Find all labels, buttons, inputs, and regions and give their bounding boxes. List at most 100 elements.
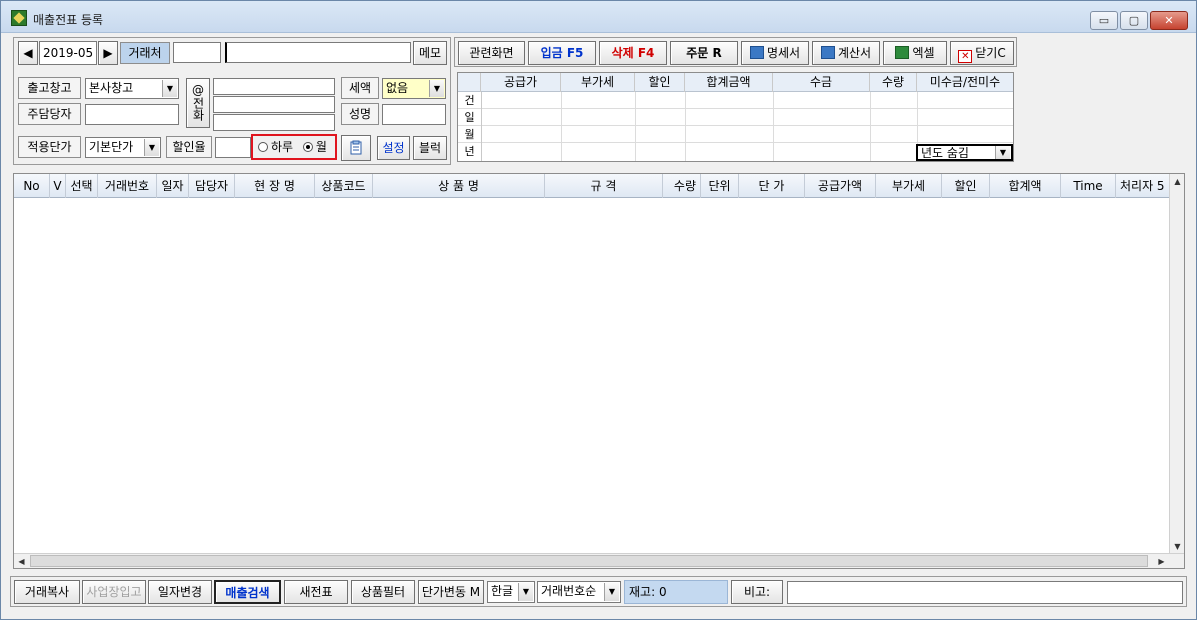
col-no[interactable]: No <box>14 174 50 198</box>
invoice-button[interactable]: 계산서 <box>812 41 880 65</box>
note-input[interactable] <box>787 581 1183 604</box>
scroll-left-icon[interactable]: ◀ <box>14 554 29 569</box>
radio-month-icon <box>302 142 313 152</box>
customer-name-input[interactable] <box>225 42 411 63</box>
period-field[interactable]: 2019-05 <box>39 41 97 65</box>
col-v[interactable]: V <box>50 174 66 198</box>
next-arrow-icon: ▶ <box>103 46 113 60</box>
chevron-down-icon: ▼ <box>144 139 159 156</box>
scroll-right-icon[interactable]: ▶ <box>1154 554 1169 569</box>
excel-label: 엑셀 <box>912 46 935 60</box>
sort-value: 거래번호순 <box>541 584 597 598</box>
maximize-button[interactable]: ▢ <box>1120 11 1148 30</box>
summary-col-collect: 수금 <box>773 73 870 92</box>
vertical-scrollbar[interactable]: ▲ ▼ <box>1169 174 1184 554</box>
manager-label: 주담당자 <box>18 103 81 125</box>
sales-search-button[interactable]: 매출검색 <box>214 580 281 604</box>
col-time[interactable]: Time <box>1061 174 1116 198</box>
col-product-code[interactable]: 상품코드 <box>315 174 373 198</box>
year-visibility-select[interactable]: 년도 숨김 ▼ <box>916 144 1013 161</box>
minimize-button[interactable]: ▭ <box>1090 11 1118 30</box>
excel-icon <box>895 46 910 59</box>
manager-input[interactable] <box>85 104 179 125</box>
next-month-button[interactable]: ▶ <box>98 41 118 65</box>
phone-input-1[interactable] <box>213 78 335 95</box>
summary-divider <box>635 92 636 161</box>
sales-grid[interactable]: No V 선택 거래번호 일자 담당자 현 장 명 상품코드 상 품 명 규 격… <box>13 173 1185 569</box>
horizontal-scrollbar[interactable]: ◀ ▶ <box>14 553 1184 568</box>
close-window-button[interactable]: ✕ <box>1150 11 1188 30</box>
summary-corner <box>458 73 481 92</box>
date-change-button[interactable]: 일자변경 <box>148 580 212 604</box>
chevron-down-icon: ▼ <box>995 146 1010 159</box>
range-radio-group: 하루 월 <box>251 134 337 160</box>
main-window: 매출전표 등록 ▭ ▢ ✕ ◀ 2019-05 ▶ 거래처 메모 출고창고 본사… <box>0 0 1197 620</box>
prev-arrow-icon: ◀ <box>23 46 33 60</box>
related-screen-button[interactable]: 관련화면 <box>458 41 525 65</box>
branch-receive-button[interactable]: 사업장입고 <box>82 580 146 604</box>
col-total[interactable]: 합계액 <box>990 174 1061 198</box>
col-spec[interactable]: 규 격 <box>545 174 663 198</box>
warehouse-select[interactable]: 본사창고 ▼ <box>85 78 179 99</box>
customer-code-input[interactable] <box>173 42 221 63</box>
phone-input-3[interactable] <box>213 114 335 131</box>
radio-day-label: 하루 <box>271 140 294 154</box>
col-select[interactable]: 선택 <box>66 174 98 198</box>
at-icon: @ <box>192 83 204 97</box>
col-date[interactable]: 일자 <box>157 174 189 198</box>
scroll-up-icon[interactable]: ▲ <box>1170 174 1185 189</box>
col-qty[interactable]: 수량 <box>663 174 701 198</box>
radio-day-icon <box>258 142 268 152</box>
price-type-select[interactable]: 기본단가 ▼ <box>85 137 161 158</box>
tax-label: 세액 <box>341 77 379 99</box>
price-type-label: 적용단가 <box>18 136 81 158</box>
col-manager[interactable]: 담당자 <box>189 174 235 198</box>
col-discount[interactable]: 할인 <box>942 174 990 198</box>
statement-button[interactable]: 명세서 <box>741 41 809 65</box>
col-product-name[interactable]: 상 품 명 <box>373 174 545 198</box>
prev-month-button[interactable]: ◀ <box>18 41 38 65</box>
grid-header: No V 선택 거래번호 일자 담당자 현 장 명 상품코드 상 품 명 규 격… <box>14 174 1171 198</box>
phone-label: 전화 <box>191 97 205 121</box>
summary-row-label: 년 <box>464 145 475 158</box>
new-slip-button[interactable]: 새전표 <box>284 580 348 604</box>
col-unit[interactable]: 단위 <box>701 174 739 198</box>
price-change-button[interactable]: 단가변동 M <box>418 580 484 604</box>
year-visibility-value: 년도 숨김 <box>921 146 969 160</box>
deposit-button[interactable]: 입금 F5 <box>528 41 596 65</box>
scroll-down-icon[interactable]: ▼ <box>1170 539 1185 554</box>
col-unit-price[interactable]: 단 가 <box>739 174 805 198</box>
phone-button[interactable]: @ 전화 <box>186 78 210 128</box>
col-handler[interactable]: 처리자 5 <box>1116 174 1171 198</box>
discount-rate-input[interactable] <box>215 137 251 158</box>
chevron-down-icon: ▼ <box>604 583 619 601</box>
summary-col-supply: 공급가 <box>481 73 561 92</box>
sort-select[interactable]: 거래번호순 ▼ <box>537 581 621 603</box>
col-site-name[interactable]: 현 장 명 <box>235 174 315 198</box>
delete-button[interactable]: 삭제 F4 <box>599 41 667 65</box>
summary-divider <box>870 92 871 161</box>
excel-button[interactable]: 엑셀 <box>883 41 947 65</box>
horizontal-scroll-thumb[interactable] <box>30 555 1148 567</box>
close-icon: ✕ <box>1164 14 1174 27</box>
close-button[interactable]: ✕ 닫기C <box>950 41 1014 65</box>
col-vat[interactable]: 부가세 <box>876 174 942 198</box>
col-supply-amount[interactable]: 공급가액 <box>805 174 876 198</box>
radio-month[interactable]: 월 <box>302 140 327 154</box>
order-button[interactable]: 주문 R <box>670 41 738 65</box>
salutation-input[interactable] <box>382 104 446 125</box>
tax-select[interactable]: 없음 ▼ <box>382 78 446 99</box>
phone-input-2[interactable] <box>213 96 335 113</box>
language-select[interactable]: 한글 ▼ <box>487 581 535 603</box>
block-button[interactable]: 블럭 <box>413 136 447 160</box>
clipboard-button[interactable] <box>341 135 371 161</box>
customer-label: 거래처 <box>120 42 170 64</box>
summary-divider <box>481 92 482 161</box>
settings-button[interactable]: 설정 <box>377 136 410 160</box>
copy-trade-button[interactable]: 거래복사 <box>14 580 80 604</box>
price-type-value: 기본단가 <box>89 140 134 154</box>
col-trade-no[interactable]: 거래번호 <box>98 174 157 198</box>
radio-day[interactable]: 하루 <box>258 140 293 154</box>
product-filter-button[interactable]: 상품필터 <box>351 580 415 604</box>
memo-button[interactable]: 메모 <box>413 41 447 65</box>
